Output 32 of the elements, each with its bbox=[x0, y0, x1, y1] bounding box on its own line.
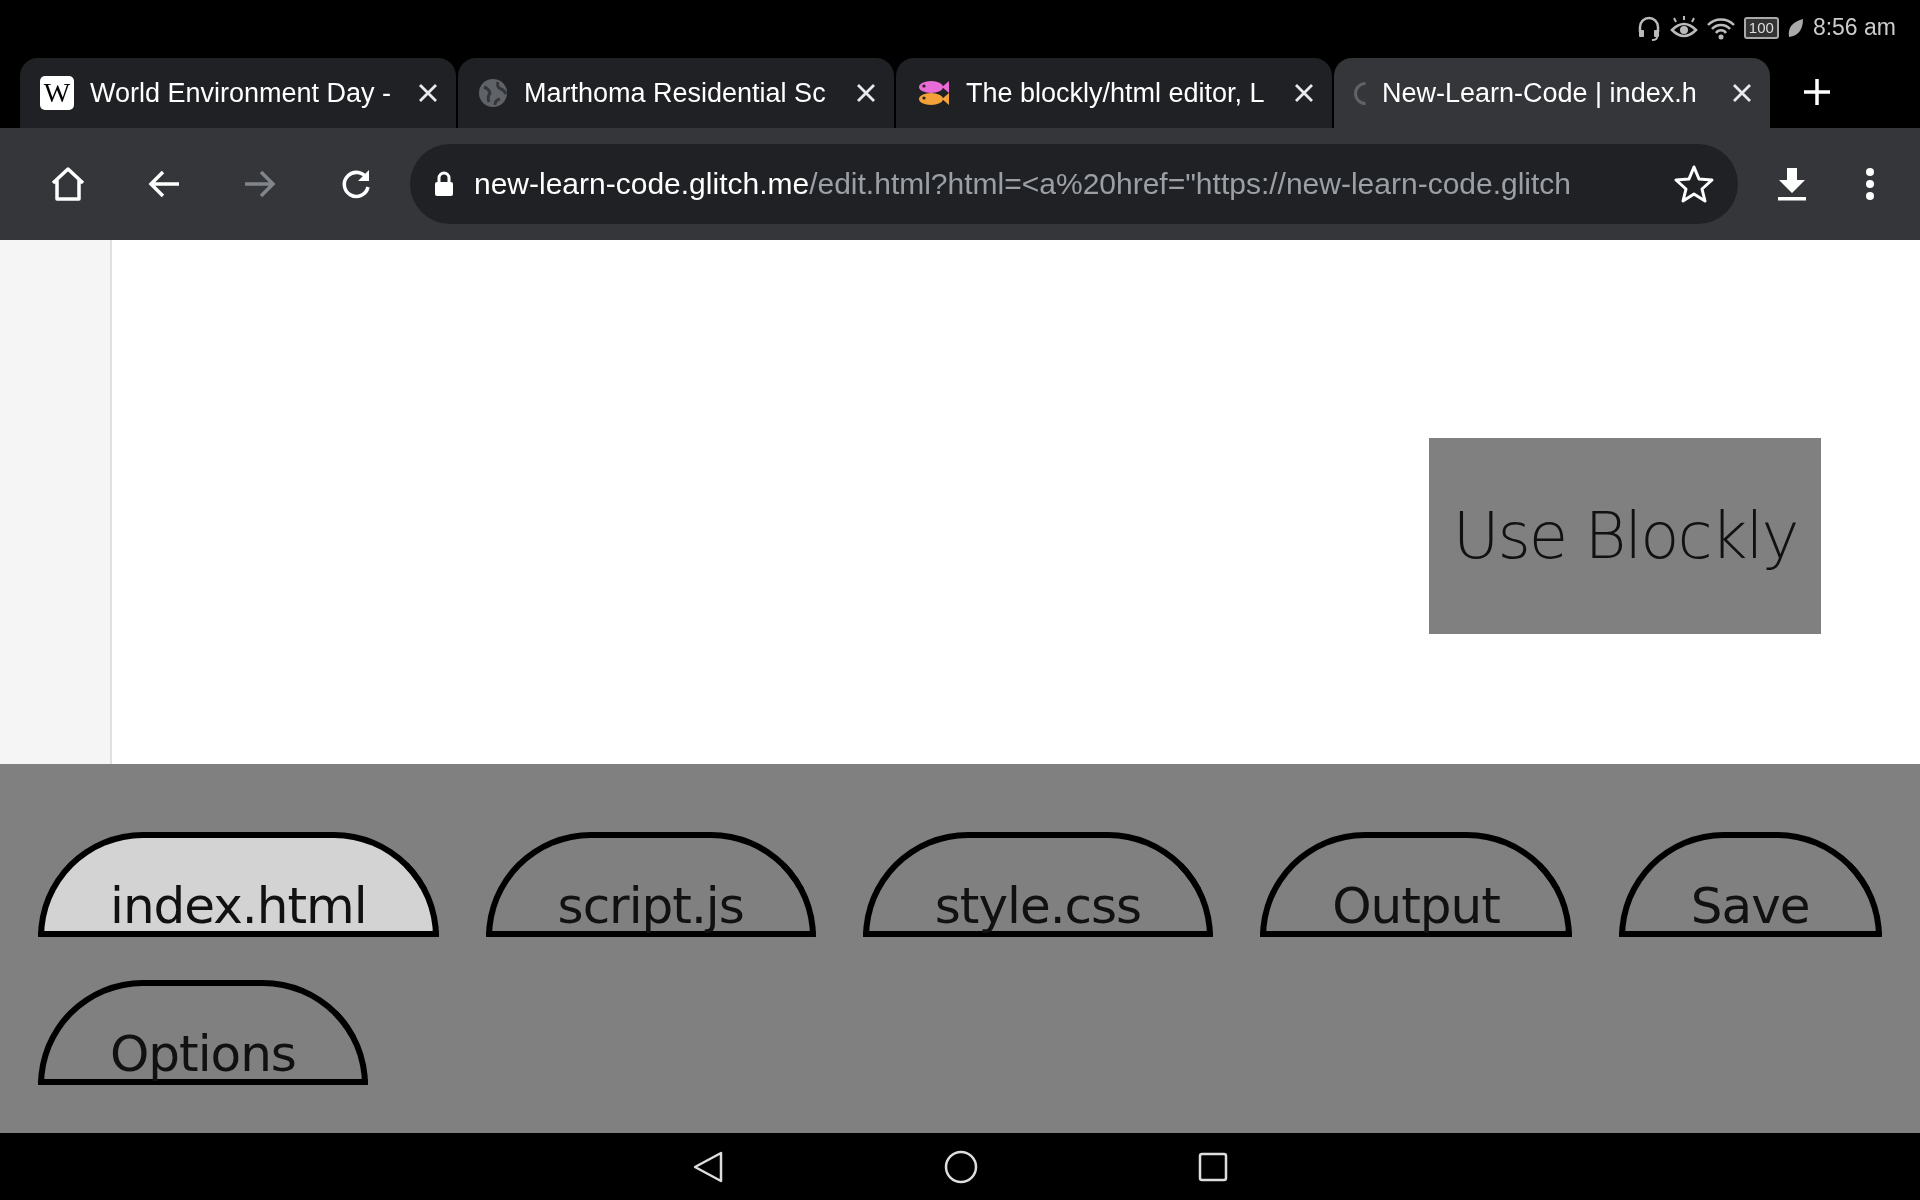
browser-tab[interactable]: W World Environment Day - bbox=[20, 58, 456, 128]
eye-icon bbox=[1669, 15, 1698, 40]
battery-level: 100 bbox=[1743, 16, 1779, 39]
leaf-icon bbox=[1786, 16, 1805, 39]
home-circle-icon[interactable] bbox=[944, 1149, 978, 1184]
file-tab[interactable]: style.css bbox=[862, 832, 1214, 937]
file-tab[interactable]: Save bbox=[1618, 832, 1882, 937]
back-arrow-icon[interactable] bbox=[147, 169, 181, 199]
file-tab[interactable]: Output bbox=[1260, 832, 1572, 937]
more-menu-icon[interactable] bbox=[1865, 167, 1875, 201]
new-tab-plus-icon[interactable] bbox=[1802, 76, 1832, 107]
file-tab[interactable]: script.js bbox=[485, 832, 816, 937]
lock-icon bbox=[434, 171, 454, 197]
home-icon[interactable] bbox=[49, 165, 87, 203]
browser-tab[interactable]: New-Learn-Code | index.h bbox=[1334, 58, 1770, 128]
file-tab[interactable]: index.html bbox=[38, 832, 439, 937]
globe-icon bbox=[478, 78, 508, 108]
recents-square-icon[interactable] bbox=[1198, 1151, 1228, 1182]
clock-time: 8:56 am bbox=[1812, 14, 1896, 41]
download-icon[interactable] bbox=[1776, 166, 1808, 202]
address-bar[interactable]: new-learn-code.glitch.me/edit.html?html=<a%20href="https://new-learn-code.glitch bbox=[410, 144, 1738, 224]
back-triangle-icon[interactable] bbox=[692, 1149, 724, 1184]
use-blockly-button[interactable]: Use Blockly bbox=[1429, 438, 1821, 634]
wikipedia-favicon: W bbox=[40, 76, 74, 110]
star-icon[interactable] bbox=[1674, 165, 1714, 203]
fish-icon bbox=[916, 78, 950, 108]
loading-spinner-icon bbox=[1354, 81, 1366, 105]
url-text: new-learn-code.glitch.me/edit.html?html=<a%20href="https://new-learn-code.glitch bbox=[474, 167, 1573, 201]
wifi-icon bbox=[1705, 15, 1736, 40]
browser-tab[interactable]: Marthoma Residential Sc bbox=[458, 58, 894, 128]
browser-tab[interactable]: The blockly/html editor, L bbox=[896, 58, 1332, 128]
file-tab[interactable]: Options bbox=[38, 980, 368, 1085]
